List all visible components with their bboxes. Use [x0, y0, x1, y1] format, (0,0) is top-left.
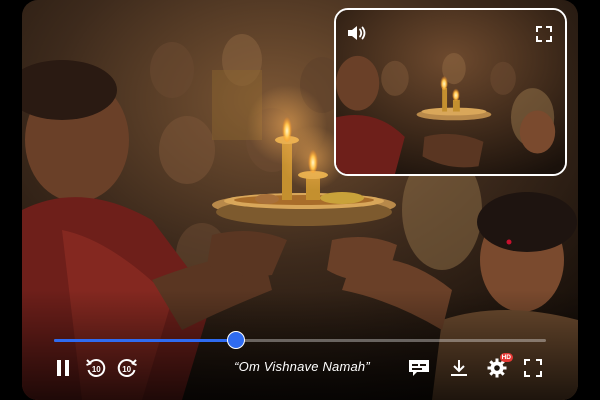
pause-button[interactable]: [52, 356, 74, 380]
rewind-seconds-label: 10: [92, 365, 101, 374]
pause-icon: [57, 360, 69, 376]
caption-text: “Om Vishnave Namah”: [234, 359, 370, 374]
forward-10-icon: 10: [117, 359, 137, 377]
pip-fullscreen-icon[interactable]: [533, 23, 555, 45]
download-button[interactable]: [447, 356, 471, 380]
controls-overlay: [22, 290, 578, 400]
hd-badge: HD: [499, 353, 513, 362]
progress-fill: [54, 339, 237, 342]
forward-10-button[interactable]: 10: [115, 356, 139, 380]
progress-bar[interactable]: [54, 331, 546, 349]
settings-button[interactable]: HD: [485, 353, 513, 380]
rewind-10-button[interactable]: 10: [84, 356, 108, 380]
fullscreen-icon: [524, 359, 542, 377]
subtitles-button[interactable]: [406, 356, 432, 380]
pip-video-frame[interactable]: [336, 10, 565, 174]
forward-seconds-label: 10: [122, 365, 131, 374]
video-player[interactable]: 10 10 “Om Vishnave Namah” HD: [22, 0, 578, 400]
subtitles-icon: [409, 360, 429, 376]
download-icon: [451, 360, 467, 376]
progress-thumb[interactable]: [227, 331, 246, 349]
rewind-10-icon: 10: [86, 359, 106, 377]
pip-preview[interactable]: [334, 8, 567, 176]
volume-icon[interactable]: [346, 22, 368, 44]
fullscreen-button[interactable]: [521, 356, 545, 380]
